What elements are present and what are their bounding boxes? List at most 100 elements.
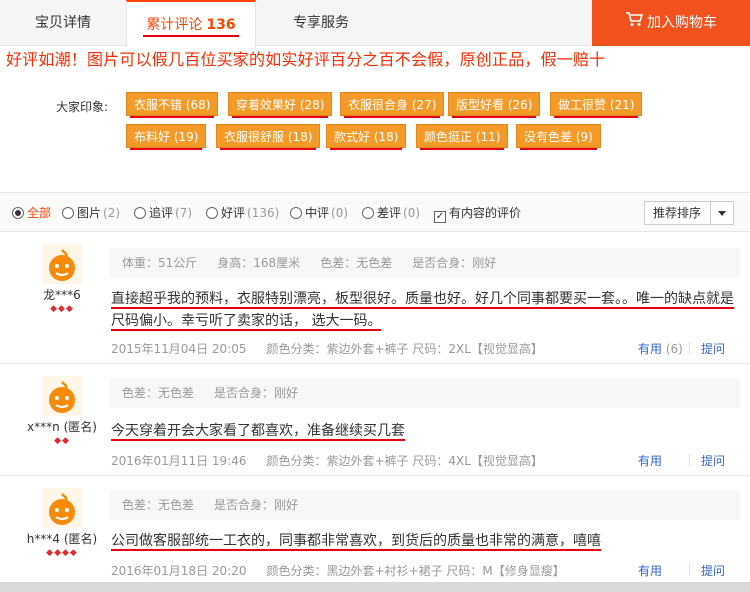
reputation-gems-icon: ◆◆: [54, 436, 70, 446]
meta-color-diff: 色差：无色差: [122, 386, 195, 400]
review-footer: 2015年11月04日 20:05 颜色分类：紫边外套+裤子 尺码：2XL【视觉显…: [111, 340, 741, 357]
review-content: 直接超乎我的预料，衣服特别漂亮，板型很好。质量也好。好几个同事都要买一套。。唯一…: [111, 288, 741, 332]
impression-tag-label: 颜色挺正 (11): [424, 130, 501, 144]
review-filter-bar: 全部 图片 (2) 追评 (7) 好评 (136) 中评 (0) 差评 (0) ✓ 有内容的…: [0, 192, 750, 232]
review-meta: 色差：无色差 是否合身：刚好: [110, 490, 740, 520]
impression-tag-label: 版型好看 (26): [456, 98, 533, 112]
impression-tag-label: 衣服很舒服 (18): [224, 130, 313, 144]
review-text-line: 直接超乎我的预料，衣服特别漂亮，板型很好。质量也好。好几个同事都要买一套。。唯一…: [111, 291, 734, 309]
filter-bad-label: 差评: [377, 206, 402, 220]
divider: [689, 564, 690, 576]
sort-divider: [710, 202, 711, 224]
useful-button[interactable]: 有用: [638, 562, 662, 579]
radio-icon: [206, 207, 218, 219]
highlight-underline: [143, 35, 239, 37]
impression-tag[interactable]: 版型好看 (26): [448, 92, 541, 118]
useful-button[interactable]: 有用 (6): [638, 340, 683, 357]
meta-weight: 体重：51公斤: [122, 256, 198, 270]
impression-tag[interactable]: 衣服很合身 (27): [340, 92, 445, 118]
ask-button[interactable]: 提问: [701, 340, 725, 357]
sort-select-label: 推荐排序: [653, 206, 702, 220]
tab-bar: 宝贝详情 累计评论 136 专享服务 加入购物车: [0, 0, 750, 47]
tab-item-detail[interactable]: 宝贝详情: [0, 0, 126, 46]
meta-fit: 是否合身：刚好: [214, 498, 299, 512]
tab-reviews-count: 136: [206, 17, 236, 33]
filter-append-label: 追评: [149, 206, 174, 220]
divider: [689, 342, 690, 354]
filter-has-content[interactable]: ✓ 有内容的评价: [434, 205, 522, 223]
filter-all[interactable]: 全部: [12, 205, 51, 221]
impression-tag[interactable]: 颜色挺正 (11): [416, 124, 509, 150]
chevron-down-icon: [718, 211, 726, 216]
reviewer-name: 龙***6: [43, 288, 81, 302]
filter-good-count: (136): [247, 206, 280, 220]
divider: [689, 454, 690, 466]
filter-pics[interactable]: 图片 (2): [62, 205, 120, 221]
impression-tag-label: 衣服不错 (68): [134, 98, 211, 112]
add-to-cart-button[interactable]: 加入购物车: [592, 0, 750, 46]
impression-tag-label: 没有色差 (9): [524, 130, 593, 144]
promo-banner: 好评如潮！图片可以假几百位买家的如实好评百分之百不会假，原创正品，假一赔十: [6, 50, 606, 69]
review-item: h***4 (匿名) ◆◆◆◆ 色差：无色差 是否合身：刚好 公司做客服部统一工衣…: [0, 476, 750, 582]
useful-button[interactable]: 有用: [638, 452, 662, 469]
tab-service[interactable]: 专享服务: [256, 0, 386, 46]
review-text-line: 尺码偏小。幸亏听了卖家的话， 选大一码。: [111, 313, 382, 331]
review-text-line: 今天穿着开会大家看了都喜欢，准备继续买几套: [111, 423, 405, 441]
filter-append[interactable]: 追评 (7): [134, 205, 192, 221]
avatar-icon: [42, 488, 82, 528]
meta-height: 身高：168厘米: [217, 256, 301, 270]
impression-tag[interactable]: 款式好 (18): [326, 124, 407, 150]
filter-has-content-label: 有内容的评价: [449, 206, 522, 220]
filter-good-label: 好评: [221, 206, 246, 220]
review-content: 今天穿着开会大家看了都喜欢，准备继续买几套: [111, 420, 741, 442]
reputation-gems-icon: ◆◆◆◆: [46, 548, 78, 558]
radio-icon: [12, 207, 24, 219]
filter-bad[interactable]: 差评 (0): [362, 205, 420, 221]
avatar-icon: [42, 376, 82, 416]
review-date: 2015年11月04日 20:05: [111, 342, 247, 356]
filter-pics-count: (2): [103, 206, 121, 220]
useful-label: 有用: [638, 342, 663, 356]
impression-tag[interactable]: 没有色差 (9): [516, 124, 601, 150]
ask-button[interactable]: 提问: [701, 562, 725, 579]
impression-tag[interactable]: 布料好 (19): [126, 124, 207, 150]
meta-fit: 是否合身：刚好: [412, 256, 497, 270]
impression-tag[interactable]: 衣服很舒服 (18): [216, 124, 321, 150]
impression-tag-label: 衣服很合身 (27): [348, 98, 437, 112]
ask-button[interactable]: 提问: [701, 452, 725, 469]
filter-neutral[interactable]: 中评 (0): [290, 205, 348, 221]
radio-icon: [62, 207, 74, 219]
impression-tag[interactable]: 穿着效果好 (28): [228, 92, 333, 118]
review-sku: 颜色分类：黑边外套+衬衫+裙子 尺码：M【修身显瘦】: [266, 564, 565, 578]
review-footer: 2016年01月18日 20:20 颜色分类：黑边外套+衬衫+裙子 尺码：M【修身…: [111, 562, 741, 579]
impression-tag-label: 布料好 (19): [134, 130, 199, 144]
review-item: 龙***6 ◆◆◆ 体重：51公斤 身高：168厘米 色差：无色差 是否合身：刚好 直…: [0, 232, 750, 364]
impressions-panel: 大家印象: 衣服不错 (68) 穿着效果好 (28) 衣服很合身 (27) 版型…: [4, 72, 744, 172]
sort-select[interactable]: 推荐排序: [644, 201, 734, 225]
impression-tag[interactable]: 衣服不错 (68): [126, 92, 219, 118]
impression-tag[interactable]: 做工很赞 (21): [550, 92, 643, 118]
tab-reviews[interactable]: 累计评论 136: [126, 0, 256, 47]
review-content: 公司做客服部统一工衣的，同事都非常喜欢，到货后的质量也非常的满意，嘻嘻: [111, 530, 741, 552]
meta-color-diff: 色差：无色差: [320, 256, 393, 270]
reviewer-name: h***4 (匿名): [26, 532, 98, 546]
meta-color-diff: 色差：无色差: [122, 498, 195, 512]
review-date: 2016年01月11日 19:46: [111, 454, 247, 468]
radio-icon: [290, 207, 302, 219]
impressions-label: 大家印象:: [56, 100, 109, 114]
filter-neutral-label: 中评: [305, 206, 330, 220]
radio-icon: [362, 207, 374, 219]
reviewer-name: x***n (匿名): [27, 420, 97, 434]
impression-tag-label: 穿着效果好 (28): [236, 98, 325, 112]
impression-tag-label: 做工很赞 (21): [558, 98, 635, 112]
meta-fit: 是否合身：刚好: [214, 386, 299, 400]
avatar-icon: [42, 244, 82, 284]
review-date: 2016年01月18日 20:20: [111, 564, 247, 578]
review-text-line: 公司做客服部统一工衣的，同事都非常喜欢，到货后的质量也非常的满意，嘻嘻: [111, 533, 601, 551]
review-footer: 2016年01月11日 19:46 颜色分类：紫边外套+裤子 尺码：4XL【视觉显…: [111, 452, 741, 469]
add-to-cart-label: 加入购物车: [647, 15, 717, 31]
filter-neutral-count: (0): [331, 206, 349, 220]
filter-good[interactable]: 好评 (136): [206, 205, 279, 221]
impression-tag-label: 款式好 (18): [334, 130, 399, 144]
filter-pics-label: 图片: [77, 206, 102, 220]
